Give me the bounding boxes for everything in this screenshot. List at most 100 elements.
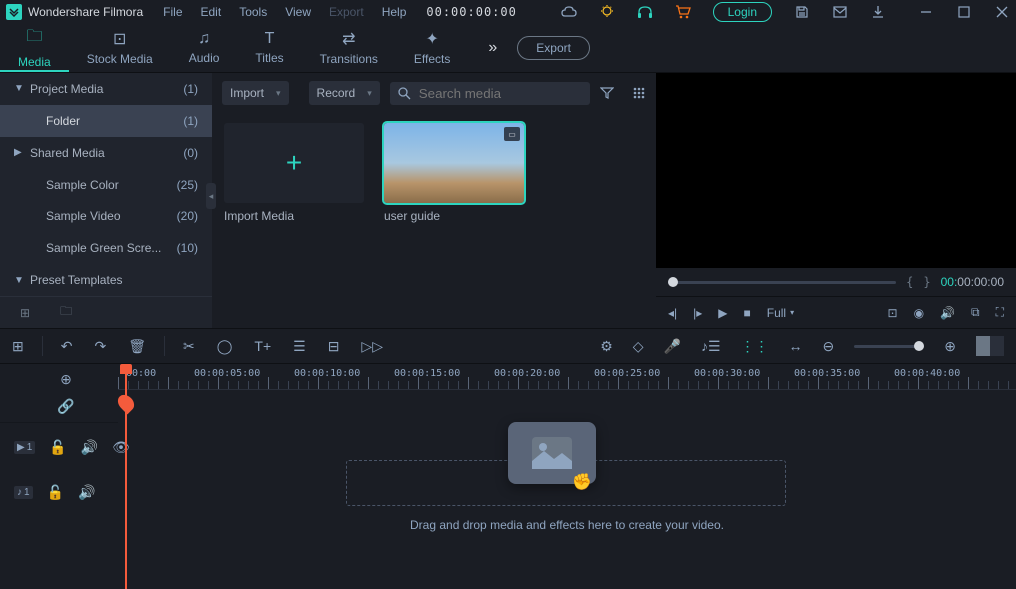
volume-icon[interactable]: 🔊: [940, 306, 955, 320]
save-icon[interactable]: [794, 4, 810, 20]
minimize-icon[interactable]: [918, 4, 934, 20]
timeline: ⊕ 🔗 ▶1 🔓 🔊 👁 ♪1 🔓 🔊 00:00 00:00:05:00 00…: [0, 364, 1016, 589]
maximize-icon[interactable]: [956, 4, 972, 20]
crop-icon[interactable]: ⊟: [328, 338, 340, 355]
close-icon[interactable]: [994, 4, 1010, 20]
split-icon[interactable]: ✂: [183, 338, 195, 355]
sidebar-item-sample-green[interactable]: Sample Green Scre...(10): [0, 232, 212, 264]
mark-in-icon[interactable]: {: [906, 275, 913, 289]
timeline-ruler[interactable]: 00:00 00:00:05:00 00:00:10:00 00:00:15:0…: [118, 364, 1016, 390]
record-dropdown[interactable]: Record▾: [309, 81, 380, 105]
sidebar-item-preset-templates[interactable]: ▼Preset Templates: [0, 264, 212, 296]
media-browser: ◂ Import▾ Record▾ + Import Media ▭ user …: [212, 73, 656, 328]
sidebar-item-project-media[interactable]: ▼Project Media(1): [0, 73, 212, 105]
stop-icon[interactable]: ■: [744, 306, 751, 320]
mark-out-icon[interactable]: }: [923, 275, 930, 289]
lock-icon[interactable]: 🔓: [47, 484, 64, 501]
speed-icon[interactable]: ▷▷: [361, 338, 383, 355]
cloud-icon[interactable]: [561, 4, 577, 20]
main-menu: File Edit Tools View Export Help: [163, 5, 406, 19]
menu-file[interactable]: File: [163, 5, 182, 19]
voiceover-icon[interactable]: 🎤: [664, 338, 681, 355]
display-icon[interactable]: ⊡: [888, 306, 898, 320]
filter-icon[interactable]: [600, 86, 614, 100]
delete-icon[interactable]: 🗑: [128, 338, 146, 355]
tabs-more-icon[interactable]: »: [488, 39, 497, 57]
quality-dropdown[interactable]: Full▾: [767, 306, 794, 320]
sidebar-collapse-icon[interactable]: ◂: [206, 183, 216, 209]
app-title: Wondershare Filmora: [28, 5, 143, 19]
new-bin-icon[interactable]: ⊞: [20, 306, 30, 320]
sidebar-item-shared-media[interactable]: ▶Shared Media(0): [0, 137, 212, 169]
tab-media[interactable]: 🗀Media: [0, 23, 69, 72]
marker-icon[interactable]: ◇: [633, 338, 644, 355]
new-folder-icon[interactable]: 🗀: [60, 302, 72, 323]
audio-track-header[interactable]: ♪1 🔓 🔊: [0, 472, 118, 512]
tl-gear-icon[interactable]: ⚙: [600, 338, 613, 355]
zoom-slider[interactable]: [854, 345, 924, 348]
tab-titles[interactable]: TTitles: [237, 23, 301, 72]
auto-ripple-icon[interactable]: ⋮⋮: [741, 338, 769, 355]
mute-icon[interactable]: 🔊: [81, 439, 98, 456]
mute-icon[interactable]: 🔊: [78, 484, 95, 501]
sidebar-item-folder[interactable]: Folder(1): [0, 105, 212, 137]
menu-edit[interactable]: Edit: [201, 5, 222, 19]
timeline-drop-zone[interactable]: ✊ Drag and drop media and effects here t…: [118, 422, 1016, 514]
download-icon[interactable]: [870, 4, 886, 20]
redo-icon[interactable]: ↷: [94, 338, 106, 355]
import-media-tile[interactable]: + Import Media: [224, 123, 364, 223]
next-frame-icon[interactable]: |▸: [693, 306, 702, 320]
tab-effects[interactable]: ✦Effects: [396, 23, 468, 72]
lock-icon[interactable]: 🔓: [49, 439, 66, 456]
search-media-wrap: [390, 82, 590, 105]
link-icon[interactable]: 🔗: [57, 398, 74, 415]
video-track-header[interactable]: ▶1 🔓 🔊 👁: [0, 422, 118, 472]
tag-icon[interactable]: ◯: [217, 338, 233, 355]
tab-transitions[interactable]: ⇄Transitions: [302, 23, 396, 72]
menu-help[interactable]: Help: [382, 5, 407, 19]
tl-options-icon[interactable]: ⊞: [12, 338, 24, 355]
grab-cursor-icon: ✊: [572, 472, 592, 492]
adjust-icon[interactable]: ☰: [293, 338, 306, 355]
search-input[interactable]: [419, 86, 582, 101]
text-icon: T: [265, 30, 275, 48]
preview-timecode: 00:00:00:00: [941, 275, 1004, 289]
timeline-body[interactable]: 00:00 00:00:05:00 00:00:10:00 00:00:15:0…: [118, 364, 1016, 589]
prev-frame-icon[interactable]: ◂|: [668, 306, 677, 320]
compare-icon[interactable]: ⧉: [971, 305, 980, 320]
mail-icon[interactable]: [832, 4, 848, 20]
folder-icon: 🗀: [26, 25, 42, 52]
audio-mixer-icon[interactable]: ♪☰: [701, 338, 721, 355]
playhead[interactable]: [125, 364, 127, 589]
audio-track-icon: ♪: [17, 487, 22, 498]
panel-tabs: 🗀Media ⊡Stock Media ♫Audio TTitles ⇄Tran…: [0, 23, 1016, 73]
undo-icon[interactable]: ↶: [61, 338, 73, 355]
tab-stock-media[interactable]: ⊡Stock Media: [69, 23, 171, 72]
transitions-icon: ⇄: [342, 29, 355, 49]
menu-tools[interactable]: Tools: [239, 5, 267, 19]
menu-view[interactable]: View: [285, 5, 311, 19]
media-clip-tile[interactable]: ▭ user guide: [384, 123, 524, 223]
text-add-icon[interactable]: T+: [254, 338, 271, 354]
login-button[interactable]: Login: [713, 2, 772, 22]
fullscreen-icon[interactable]: ⛶: [996, 305, 1004, 320]
sidebar-item-sample-color[interactable]: Sample Color(25): [0, 169, 212, 201]
lightbulb-icon[interactable]: [599, 4, 615, 20]
add-track-icon[interactable]: ⊕: [60, 371, 72, 388]
preview-canvas[interactable]: [656, 73, 1016, 268]
headset-icon[interactable]: [637, 4, 653, 20]
preview-scrubber[interactable]: [668, 281, 896, 284]
play-icon[interactable]: ▶: [718, 306, 727, 320]
cart-icon[interactable]: [675, 4, 691, 20]
project-timecode: 00:00:00:00: [426, 5, 516, 19]
tab-audio[interactable]: ♫Audio: [171, 23, 238, 72]
import-dropdown[interactable]: Import▾: [222, 81, 289, 105]
tl-view-toggle[interactable]: [976, 336, 1004, 356]
grid-view-icon[interactable]: [632, 86, 646, 100]
snap-icon[interactable]: ↔: [789, 338, 803, 354]
zoom-out-icon[interactable]: ⊖: [823, 338, 835, 355]
export-button[interactable]: Export: [517, 36, 590, 60]
sidebar-item-sample-video[interactable]: Sample Video(20): [0, 201, 212, 233]
snapshot-icon[interactable]: ◉: [914, 306, 924, 320]
zoom-in-icon[interactable]: ⊕: [944, 338, 956, 355]
